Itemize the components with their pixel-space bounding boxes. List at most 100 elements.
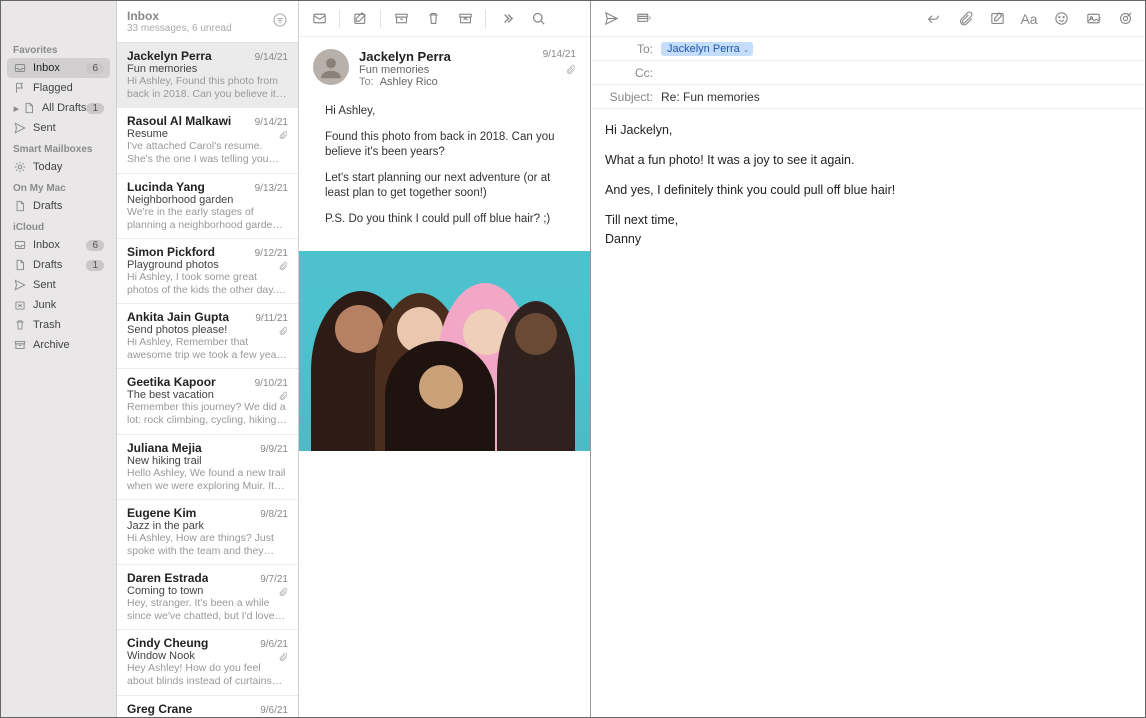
message-preview: Hey, stranger. It's been a while since w…: [127, 597, 288, 623]
more-icon[interactable]: [492, 6, 520, 32]
message-preview: Hello Ashley, We found a new trail when …: [127, 467, 288, 493]
sidebar-item-label: Drafts: [33, 259, 62, 271]
mailbox-sidebar: FavoritesInbox6Flagged▸All Drafts1SentSm…: [1, 1, 117, 717]
attached-photo[interactable]: [299, 251, 590, 451]
emoji-icon[interactable]: [1047, 6, 1075, 32]
message-preview: I've attached Carol's resume. She's the …: [127, 140, 288, 166]
to-field-row[interactable]: To: Jackelyn Perra ⌄: [591, 37, 1145, 61]
compose-toolbar: Aa: [591, 1, 1145, 37]
send-icon: [13, 278, 27, 292]
reply-arrow-icon[interactable]: [919, 6, 947, 32]
message-from: Simon Pickford: [127, 245, 215, 259]
sidebar-item-label: Today: [33, 161, 62, 173]
mailbox-status: 33 messages, 6 unread: [127, 23, 272, 34]
archive-icon[interactable]: [387, 6, 415, 32]
message-item[interactable]: Greg Crane9/6/21New ways to take your ph…: [117, 696, 298, 718]
body-paragraph: Let's start planning our next adventure …: [325, 171, 576, 202]
mailbox-title: Inbox: [127, 9, 272, 23]
message-subject: Resume: [127, 128, 288, 140]
message-subject: Jazz in the park: [127, 520, 288, 532]
photo-browser-icon[interactable]: [1079, 6, 1107, 32]
header-fields-icon[interactable]: [629, 6, 657, 32]
message-date: 9/10/21: [255, 378, 288, 389]
attachment-icon: [278, 326, 288, 339]
message-item[interactable]: Daren Estrada9/7/21Coming to townHey, st…: [117, 565, 298, 630]
subject-field-row[interactable]: Subject: Re: Fun memories: [591, 85, 1145, 109]
attachment-icon: [543, 64, 576, 78]
message-subject: Window Nook: [127, 650, 288, 662]
recipient-token[interactable]: Jackelyn Perra ⌄: [661, 42, 753, 56]
sidebar-item-sent[interactable]: Sent: [7, 118, 110, 138]
gear-icon: [13, 160, 27, 174]
compose-paragraph[interactable]: Hi Jackelyn,: [605, 121, 1131, 139]
compose-body[interactable]: Hi Jackelyn, What a fun photo! It was a j…: [591, 109, 1145, 717]
sidebar-item-label: Drafts: [33, 200, 62, 212]
message-subject: Neighborhood garden: [127, 194, 288, 206]
cc-field-row[interactable]: Cc:: [591, 61, 1145, 85]
inbox-icon: [13, 61, 27, 75]
body-paragraph: P.S. Do you think I could pull off blue …: [325, 212, 576, 228]
message-item[interactable]: Simon Pickford9/12/21Playground photosHi…: [117, 239, 298, 304]
message-item[interactable]: Jackelyn Perra9/14/21Fun memoriesHi Ashl…: [117, 43, 298, 108]
sidebar-item-label: Inbox: [33, 239, 60, 251]
attachment-icon: [278, 652, 288, 665]
compose-paragraph[interactable]: What a fun photo! It was a joy to see it…: [605, 151, 1131, 169]
sidebar-item-inbox[interactable]: Inbox6: [7, 235, 110, 255]
reply-icon[interactable]: [305, 6, 333, 32]
message-item[interactable]: Ankita Jain Gupta9/11/21Send photos plea…: [117, 304, 298, 369]
message-date: 9/12/21: [255, 248, 288, 259]
body-paragraph: Found this photo from back in 2018. Can …: [325, 130, 576, 161]
trash-icon: [13, 318, 27, 332]
sidebar-item-trash[interactable]: Trash: [7, 315, 110, 335]
message-item[interactable]: Cindy Cheung9/6/21Window NookHey Ashley!…: [117, 630, 298, 695]
message-header: Jackelyn Perra Fun memories To:Ashley Ri…: [299, 37, 590, 96]
filter-icon[interactable]: [272, 12, 288, 31]
message-date: 9/6/21: [260, 639, 288, 650]
body-paragraph: Hi Ashley,: [325, 104, 576, 120]
format-icon[interactable]: Aa: [1015, 6, 1043, 32]
sidebar-item-today[interactable]: Today: [7, 157, 110, 177]
message-item[interactable]: Geetika Kapoor9/10/21The best vacationRe…: [117, 369, 298, 434]
message-preview: Hi Ashley, Found this photo from back in…: [127, 75, 288, 101]
message-from: Jackelyn Perra: [127, 49, 212, 63]
compose-paragraph[interactable]: And yes, I definitely think you could pu…: [605, 181, 1131, 199]
sidebar-item-archive[interactable]: Archive: [7, 335, 110, 355]
subject-input[interactable]: Re: Fun memories: [661, 90, 1131, 104]
message-item[interactable]: Lucinda Yang9/13/21Neighborhood gardenWe…: [117, 174, 298, 239]
send-button[interactable]: [597, 6, 625, 32]
message-item[interactable]: Eugene Kim9/8/21Jazz in the parkHi Ashle…: [117, 500, 298, 565]
sidebar-item-inbox[interactable]: Inbox6: [7, 58, 110, 78]
message-from: Eugene Kim: [127, 506, 196, 520]
to-label: To:: [359, 76, 374, 88]
markup-icon[interactable]: [1111, 6, 1139, 32]
flag-icon: [13, 81, 27, 95]
sender-avatar: [313, 49, 349, 85]
sidebar-item-sent[interactable]: Sent: [7, 275, 110, 295]
message-preview: Remember this journey? We did a lot: roc…: [127, 401, 288, 427]
sidebar-section-title: iCloud: [7, 216, 110, 235]
message-date: 9/9/21: [260, 444, 288, 455]
unread-badge: 1: [86, 103, 104, 114]
sidebar-item-junk[interactable]: Junk: [7, 295, 110, 315]
sidebar-item-label: Flagged: [33, 82, 73, 94]
sidebar-item-all-drafts[interactable]: ▸ All Drafts1: [7, 98, 110, 118]
junk-icon[interactable]: [451, 6, 479, 32]
search-icon[interactable]: [524, 6, 552, 32]
compose-icon[interactable]: [346, 6, 374, 32]
sidebar-item-label: All Drafts: [42, 102, 87, 114]
insert-image-icon[interactable]: [983, 6, 1011, 32]
sidebar-item-drafts[interactable]: Drafts: [7, 196, 110, 216]
message-item[interactable]: Juliana Mejia9/9/21New hiking trailHello…: [117, 435, 298, 500]
message-item[interactable]: Rasoul Al Malkawi9/14/21ResumeI've attac…: [117, 108, 298, 173]
compose-paragraph[interactable]: Till next time,Danny: [605, 211, 1131, 247]
message-subject: Playground photos: [127, 259, 288, 271]
delete-icon[interactable]: [419, 6, 447, 32]
unread-badge: 6: [86, 63, 104, 74]
attach-icon[interactable]: [951, 6, 979, 32]
sidebar-item-drafts[interactable]: Drafts 1: [7, 255, 110, 275]
sidebar-item-flagged[interactable]: Flagged: [7, 78, 110, 98]
chevron-down-icon[interactable]: ⌄: [743, 45, 750, 54]
junk-icon: [13, 298, 27, 312]
unread-badge: 1: [86, 260, 104, 271]
chevron-right-icon[interactable]: ▸: [13, 102, 20, 115]
